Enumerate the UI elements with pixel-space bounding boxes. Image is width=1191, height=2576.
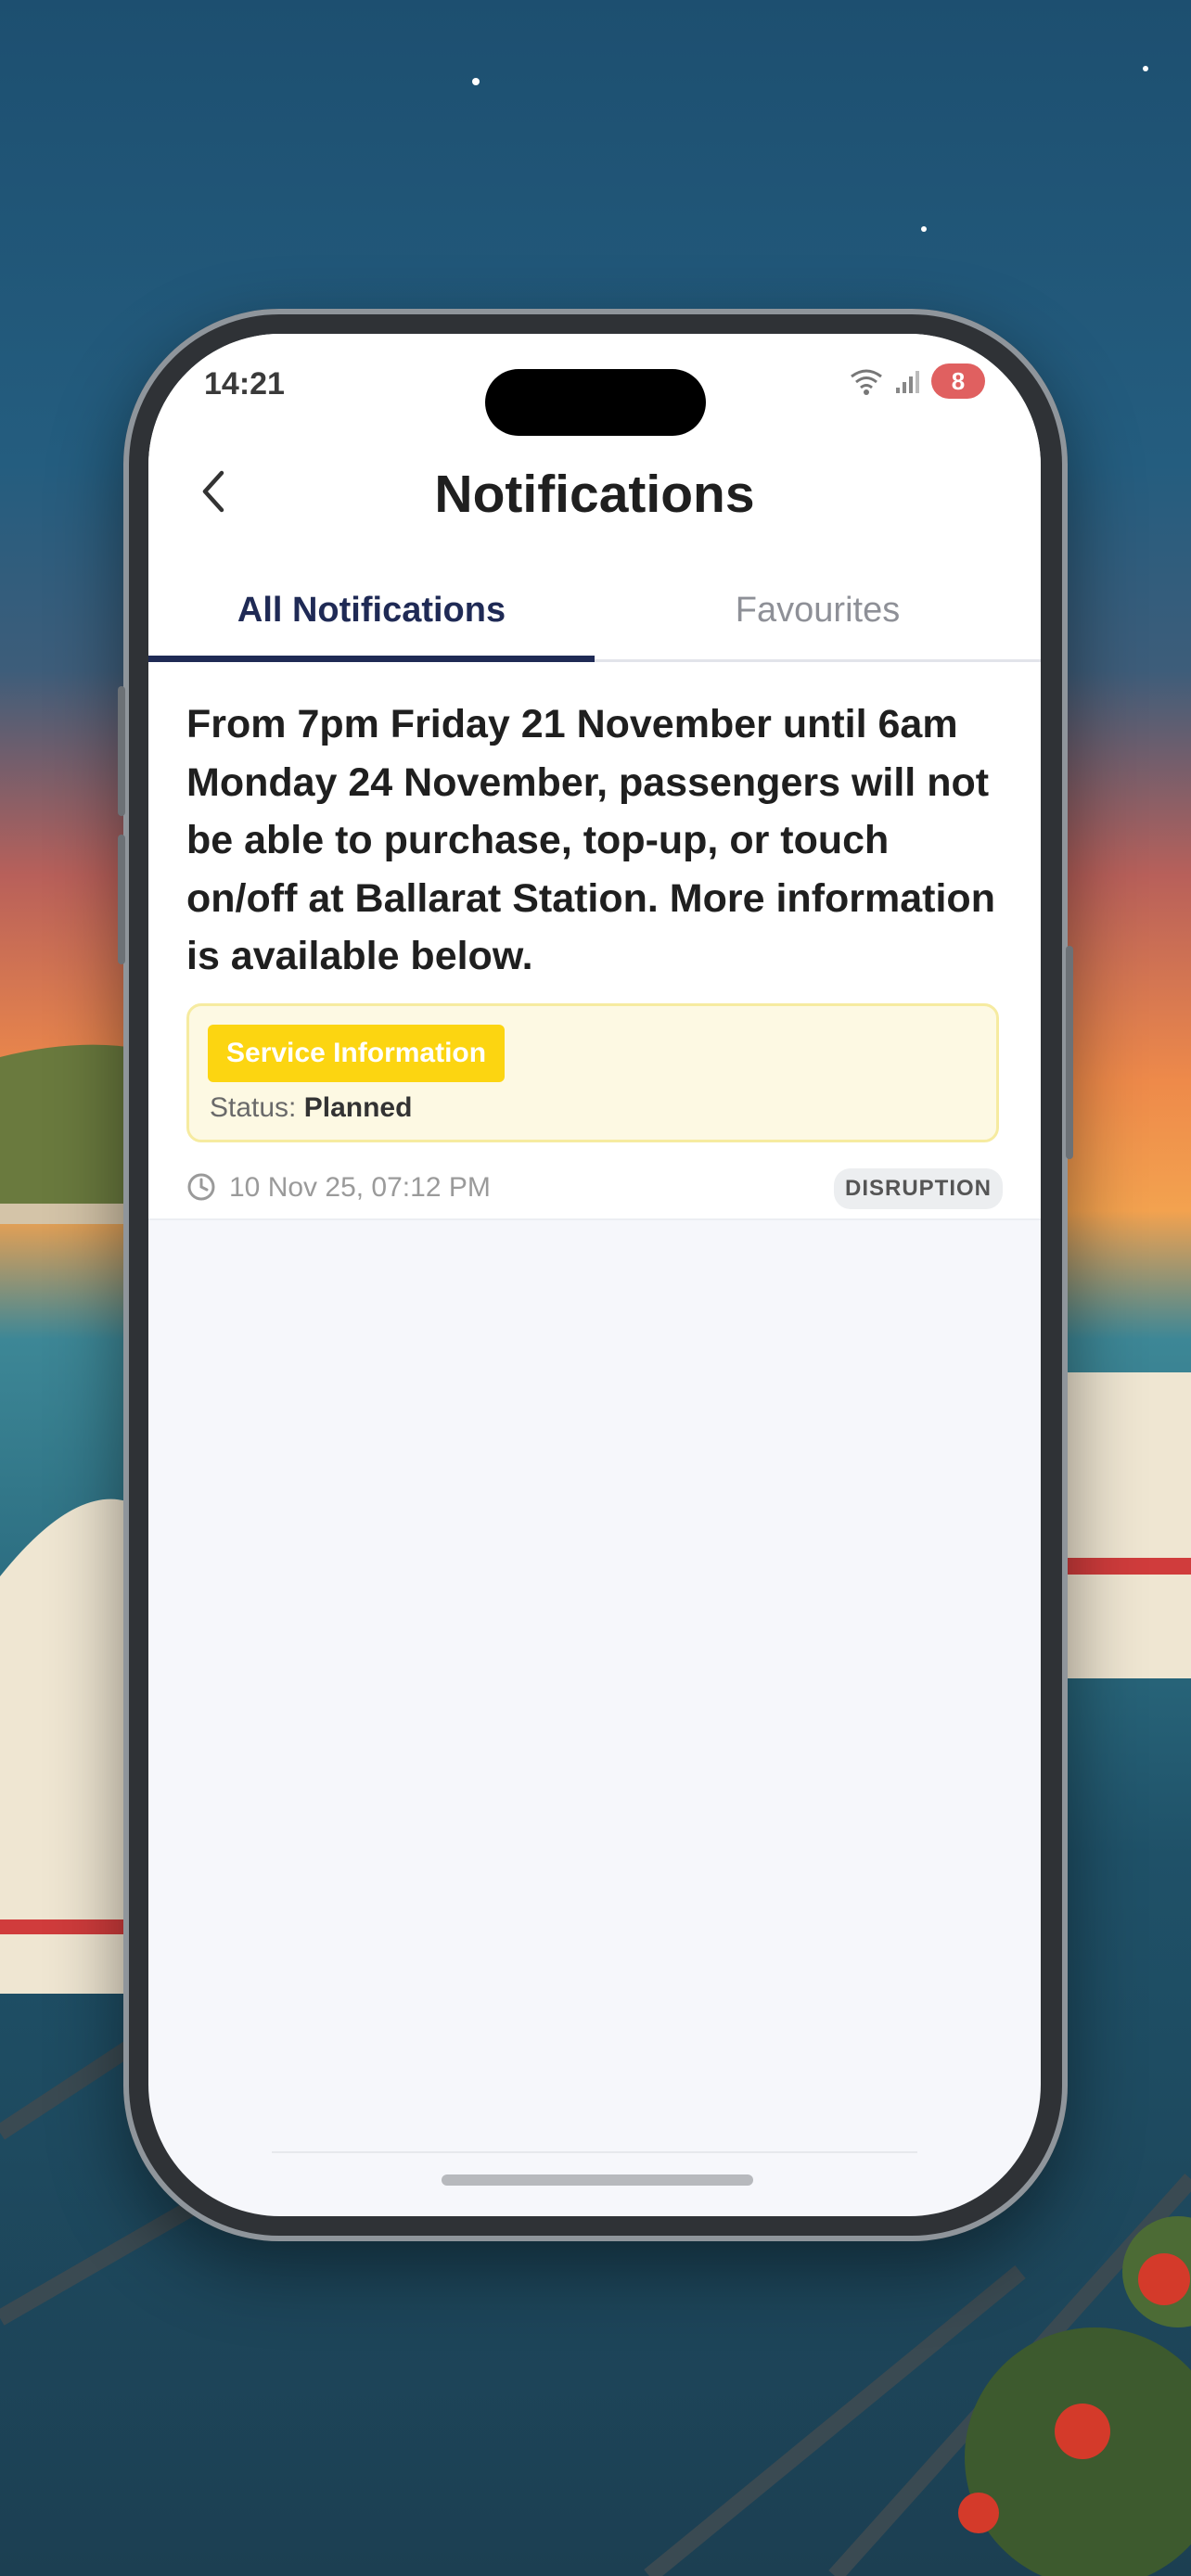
bridge — [0, 1204, 130, 1224]
bush — [958, 2216, 1191, 2576]
page-title: Notifications — [434, 465, 755, 524]
disruption-tag: DISRUPTION — [833, 1168, 1003, 1209]
tab-bar: All Notifications Favourites — [148, 561, 1041, 662]
category-badge: Service Information — [208, 1025, 506, 1082]
status-value: Planned — [303, 1092, 413, 1123]
status-line: Status: Planned — [210, 1092, 412, 1124]
notification-meta: 10 Nov 25, 07:12 PM DISRUPTION — [186, 1168, 1003, 1211]
side-button-right — [1066, 946, 1073, 1159]
active-tab-indicator — [148, 656, 595, 662]
status-icons: 8 — [848, 363, 985, 399]
tab-all-notifications[interactable]: All Notifications — [148, 561, 595, 659]
status-label: Status: — [210, 1092, 297, 1123]
signal-icon — [896, 371, 919, 393]
wifi-icon — [851, 369, 882, 395]
notification-message: From 7pm Friday 21 November until 6am Mo… — [186, 702, 995, 978]
side-button-left-1 — [118, 686, 125, 816]
dynamic-island — [485, 369, 706, 436]
nav-bar: Notifications — [148, 445, 1041, 538]
bottom-divider — [272, 2151, 917, 2153]
phone-screen: 14:21 8 Notifications All Notifications … — [148, 334, 1041, 2216]
status-time: 14:21 — [204, 366, 285, 402]
side-button-left-2 — [118, 835, 125, 964]
train-right — [1057, 1372, 1191, 1678]
notification-card[interactable]: From 7pm Friday 21 November until 6am Mo… — [148, 662, 1041, 1220]
train-left-stripe — [0, 1919, 130, 1934]
home-indicator[interactable] — [442, 2174, 753, 2186]
battery-indicator: 8 — [931, 363, 985, 399]
notification-timestamp: 10 Nov 25, 07:12 PM — [229, 1172, 491, 1203]
tab-favourites[interactable]: Favourites — [595, 561, 1041, 659]
clock-icon — [187, 1173, 215, 1201]
stars — [472, 66, 1148, 232]
train-right-stripe — [1057, 1558, 1191, 1575]
service-info-box: Service Information Status: Planned — [186, 1003, 999, 1142]
